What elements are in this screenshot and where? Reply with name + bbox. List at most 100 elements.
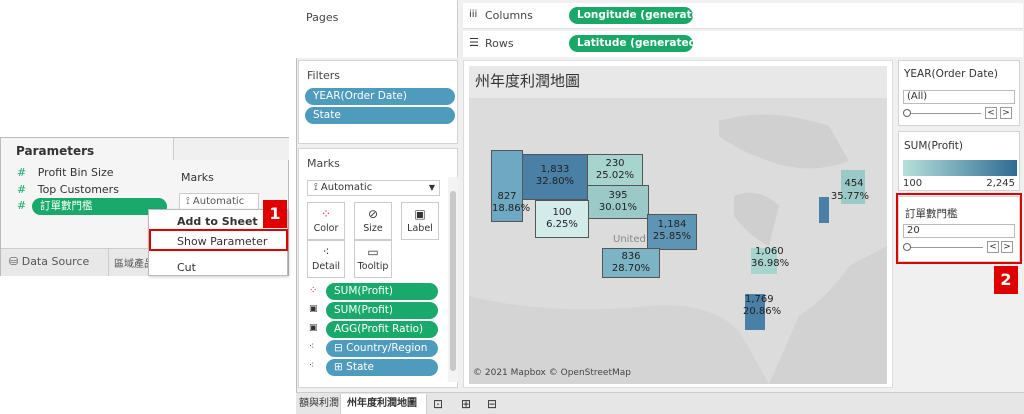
state-value: 1,184: [657, 219, 687, 230]
mark-type-value: Automatic: [320, 182, 373, 193]
tooltip-icon: ▭: [367, 245, 379, 259]
field-pill-sum-profit-color[interactable]: SUM(Profit): [326, 283, 438, 300]
year-filter-card: YEAR(Order Date) (All) < >: [898, 60, 1020, 126]
mark-type-dropdown[interactable]: ⟟ Automatic ▼: [307, 180, 440, 196]
columns-label: Columns: [485, 9, 533, 22]
marks-title: Marks: [181, 171, 214, 184]
state-kansas[interactable]: 836 28.70%: [602, 248, 660, 278]
detail-button[interactable]: ⁖ Detail: [307, 240, 345, 278]
tooltip-button-label: Tooltip: [357, 261, 389, 272]
hash-icon: #: [17, 166, 27, 179]
label-button-label: Label: [407, 223, 433, 234]
rows-shelf[interactable]: ☰ Rows Latitude (generated): [463, 31, 1023, 57]
state-montana[interactable]: 1,833 32.80%: [521, 154, 589, 200]
parameters-title: Parameters: [16, 144, 95, 158]
parameter-label: Profit Bin Size: [37, 166, 114, 179]
field-pill-sum-profit-label[interactable]: SUM(Profit): [326, 302, 438, 319]
state-value: 454: [844, 178, 864, 189]
state-value: 836: [621, 251, 641, 262]
size-button-label: Size: [363, 223, 383, 234]
filter-pill-year[interactable]: YEAR(Order Date): [305, 88, 455, 105]
state-idaho[interactable]: 827 18.86%: [491, 150, 531, 222]
field-pill-country-region[interactable]: ⊟ Country/Region: [326, 340, 438, 357]
scrollbar-thumb[interactable]: [450, 191, 456, 371]
state-value: 827: [497, 191, 517, 202]
menu-cut[interactable]: Cut: [177, 261, 196, 274]
state-north-dakota[interactable]: 230 25.02%: [587, 154, 643, 186]
state-west-virginia[interactable]: 1,060 36.98%: [751, 246, 789, 274]
year-slider-track[interactable]: [907, 113, 981, 114]
parameter-item-top-customers[interactable]: # Top Customers: [17, 183, 119, 196]
new-worksheet-icon[interactable]: ⊡: [433, 394, 443, 414]
highlight-box-2: [896, 193, 1022, 264]
columns-pill[interactable]: Longitude (generated): [569, 7, 693, 24]
label-field-icon: ▣: [309, 323, 318, 333]
sheet-tab-sales[interactable]: 額與利潤: [299, 394, 339, 414]
automatic-icon: ⟟: [186, 196, 190, 207]
state-south-carolina[interactable]: 1,769 20.86%: [743, 294, 781, 330]
filters-card[interactable]: Filters YEAR(Order Date) State: [298, 60, 458, 144]
expand-icon: ⊞: [334, 361, 343, 373]
label-icon: ▣: [414, 207, 426, 221]
prev-year-button[interactable]: <: [985, 107, 997, 119]
field-pill-profit-ratio[interactable]: AGG(Profit Ratio): [326, 321, 438, 338]
state-wyoming[interactable]: 100 6.25%: [535, 200, 589, 238]
year-filter-value[interactable]: (All): [903, 90, 1015, 104]
columns-shelf[interactable]: iii Columns Longitude (generated): [463, 3, 1023, 29]
chevron-down-icon: ▼: [428, 183, 435, 192]
menu-add-to-sheet[interactable]: Add to Sheet: [177, 215, 258, 228]
state-ratio: 35.77%: [830, 191, 870, 202]
year-slider-handle[interactable]: [903, 109, 911, 117]
legend-gradient: [903, 160, 1017, 176]
state-value: 1,769: [745, 294, 774, 305]
marks-card-title: Marks: [307, 157, 340, 170]
state-south-dakota[interactable]: 395 30.01%: [587, 185, 649, 219]
hash-icon: #: [17, 183, 27, 196]
scrollbar[interactable]: [448, 177, 458, 382]
new-dashboard-icon[interactable]: ⊞: [461, 394, 471, 414]
sheet-tab-map[interactable]: 州年度利潤地圖: [347, 394, 417, 414]
parameter-label: Top Customers: [37, 183, 119, 196]
state-ratio: 18.86%: [492, 203, 531, 214]
label-button[interactable]: ▣ Label: [401, 202, 439, 240]
pages-shelf[interactable]: Pages: [296, 0, 458, 58]
rows-pill[interactable]: Latitude (generated): [569, 35, 693, 52]
label-field-icon: ▣: [309, 304, 318, 314]
state-maine[interactable]: 454 35.77%: [831, 170, 869, 204]
expand-icon: ⊟: [334, 342, 343, 354]
year-filter-title: YEAR(Order Date): [904, 68, 998, 80]
state-ratio: 25.02%: [595, 170, 635, 181]
color-button-label: Color: [313, 223, 339, 234]
color-legend-card: SUM(Profit) 100 2,245: [898, 131, 1020, 191]
state-ratio: 30.01%: [598, 202, 638, 213]
highlight-box-1: [149, 229, 288, 251]
columns-icon: iii: [469, 9, 478, 20]
tooltip-button[interactable]: ▭ Tooltip: [354, 240, 392, 278]
size-icon: ⊘: [367, 207, 379, 221]
state-ratio: 32.80%: [535, 176, 575, 187]
filter-pill-state[interactable]: State: [305, 107, 455, 124]
map-area[interactable]: 州年度利潤地圖 United © 2021 Mapbox © OpenStree…: [469, 66, 887, 384]
next-year-button[interactable]: >: [1000, 107, 1012, 119]
sheet-tab-region[interactable]: 區域產品: [114, 255, 148, 270]
parameter-item-profit-bin[interactable]: # Profit Bin Size: [17, 166, 114, 179]
size-button[interactable]: ⊘ Size: [354, 202, 392, 240]
state-ratio: 25.85%: [652, 231, 692, 242]
field-label: Country/Region: [346, 342, 428, 354]
color-button[interactable]: ⁘ Color: [307, 202, 345, 240]
parameter-item-order-threshold[interactable]: 訂單數門檻: [32, 198, 167, 215]
legend-min: 100: [903, 178, 923, 189]
data-source-tab[interactable]: ⛁ Data Source: [9, 255, 89, 268]
field-label: State: [346, 361, 374, 373]
state-iowa[interactable]: 1,184 25.85%: [647, 214, 697, 250]
new-story-icon[interactable]: ⊟: [487, 394, 497, 414]
rows-label: Rows: [485, 37, 514, 50]
pages-title: Pages: [306, 11, 339, 24]
map-attribution: © 2021 Mapbox © OpenStreetMap: [473, 368, 631, 378]
state-ratio: 6.25%: [546, 219, 578, 230]
data-source-label: Data Source: [21, 255, 90, 268]
map-title: 州年度利潤地圖: [475, 72, 581, 90]
field-pill-state[interactable]: ⊞ State: [326, 359, 438, 376]
divider: [108, 248, 109, 276]
marks-header-bg: [173, 138, 289, 160]
